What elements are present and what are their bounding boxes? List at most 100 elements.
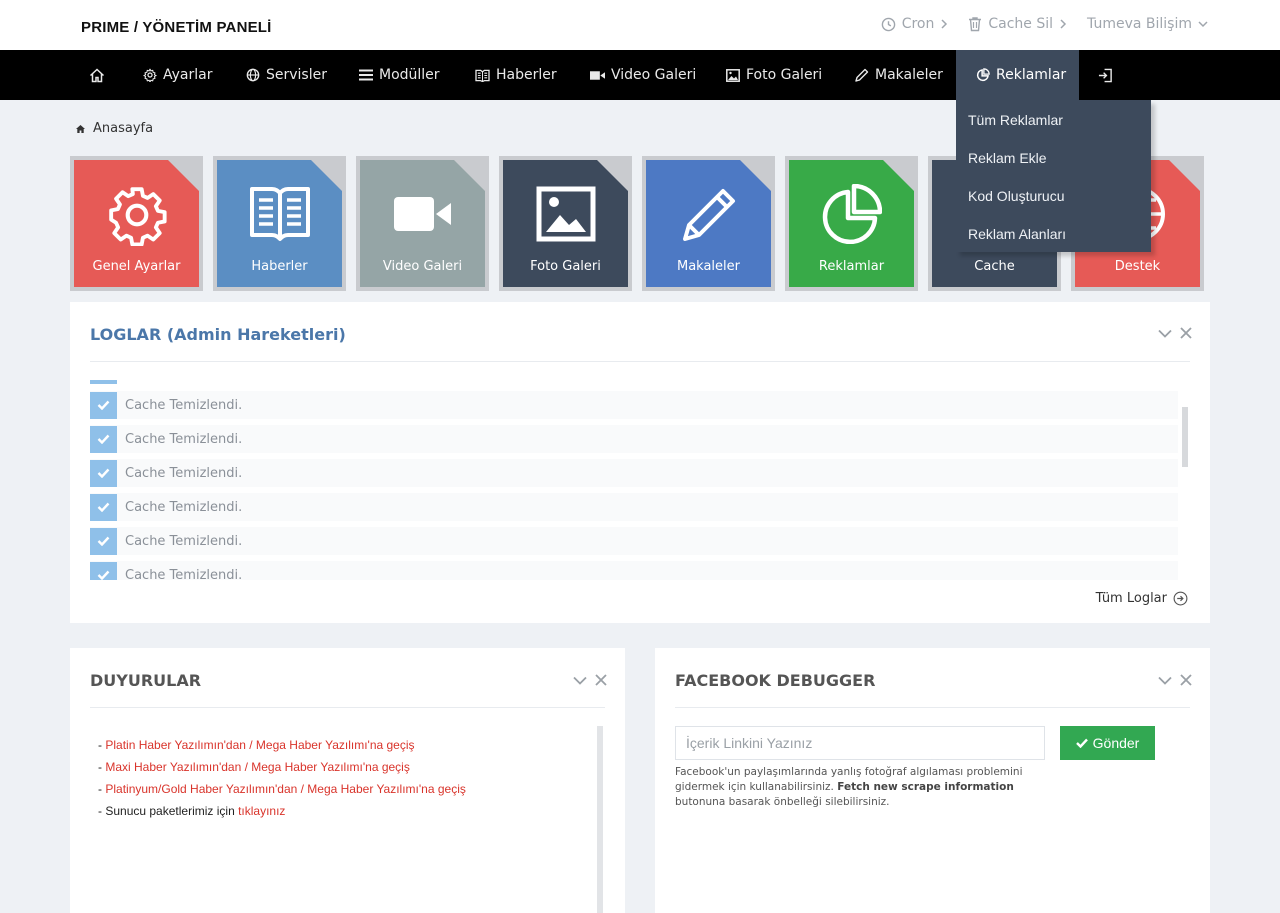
log-row: Cache Temizlendi. [90,391,1178,419]
nav-item-ayarlar[interactable]: Ayarlar [143,50,212,100]
user-menu[interactable]: Tumeva Bilişim [1087,16,1208,32]
close-icon[interactable] [1180,674,1192,686]
tile-video-galeri[interactable]: Video Galeri [356,156,489,291]
announcement-item[interactable]: - Platin Haber Yazılımın'dan / Mega Habe… [98,738,415,752]
submit-button[interactable]: Gönder [1060,726,1155,760]
check-icon [1075,738,1088,748]
dropdown-item-reklam-alanlari[interactable]: Reklam Alanları [968,226,1066,242]
facebook-title: FACEBOOK DEBUGGER [675,671,876,690]
image-icon [726,68,740,82]
tile-haberler[interactable]: Haberler [213,156,346,291]
close-icon[interactable] [1180,327,1192,339]
nav-label: Video Galeri [611,67,697,83]
check-icon [90,425,117,453]
check-icon [90,391,117,419]
panel-tools [1158,674,1192,686]
cron-link[interactable]: Cron [881,16,949,32]
announcements-title: DUYURULAR [90,671,202,690]
announcement-item: - Sunucu paketlerimiz için tıklayınız [98,804,285,818]
main-nav: Ayarlar Servisler Modüller Haberler Vide… [0,50,1280,100]
all-logs-label: Tüm Loglar [1095,591,1167,606]
divider [675,707,1190,708]
globe-icon [246,68,260,82]
nav-item-servisler[interactable]: Servisler [246,50,327,100]
logout-icon [1098,68,1112,82]
tile-foto-galeri[interactable]: Foto Galeri [499,156,632,291]
announcements-scrollbar[interactable] [597,726,603,913]
announcement-item[interactable]: - Maxi Haber Yazılımın'dan / Mega Haber … [98,760,410,774]
nav-item-makaleler[interactable]: Makaleler [855,50,943,100]
nav-home[interactable] [89,50,111,100]
log-text: Cache Temizlendi. [125,431,243,447]
brand-title: PRIME / YÖNETİM PANELİ [81,19,272,36]
log-row-clipped: Cache Temizlendi. [90,561,1178,580]
dropdown-item-tum-reklamlar[interactable]: Tüm Reklamlar [968,112,1063,128]
cache-delete-link[interactable]: Cache Sil [968,16,1067,32]
log-scrollbar[interactable] [1182,407,1188,467]
collapse-icon[interactable] [573,676,587,685]
help-text-part: butonuna basarak önbelleği silebilirsini… [675,796,890,808]
close-icon[interactable] [595,674,607,686]
tile-body: Makaleler [646,160,771,287]
log-row: Cache Temizlendi. [90,459,1178,487]
tile-genel-ayarlar[interactable]: Genel Ayarlar [70,156,203,291]
dropdown-item-kod-olusturucu[interactable]: Kod Oluşturucu [968,188,1065,204]
nav-label: Makaleler [875,67,943,83]
video-icon [590,70,605,80]
facebook-debugger-panel: FACEBOOK DEBUGGER Gönder Facebook'un pay… [655,648,1210,913]
log-text: Cache Temizlendi. [125,567,243,581]
dropdown-item-reklam-ekle[interactable]: Reklam Ekle [968,150,1047,166]
nav-item-reklamlar[interactable]: Reklamlar [956,50,1079,100]
facebook-help-text: Facebook'un paylaşımlarında yanlış fotoğ… [675,765,1035,810]
breadcrumb-home[interactable]: Anasayfa [93,121,153,136]
nav-item-video-galeri[interactable]: Video Galeri [590,50,696,100]
tile-label: Haberler [251,259,308,274]
all-logs-link[interactable]: Tüm Loglar [1096,591,1188,606]
trash-icon [969,17,982,32]
link-input[interactable] [675,726,1045,760]
announcement-item[interactable]: - Platinyum/Gold Haber Yazılımın'dan / M… [98,782,466,796]
log-text: Cache Temizlendi. [125,499,243,515]
announcement-link[interactable]: Maxi Haber Yazılımın'dan / Mega Haber Ya… [105,760,410,774]
tile-makaleler[interactable]: Makaleler [642,156,775,291]
nav-label: Haberler [496,67,557,83]
collapse-icon[interactable] [1158,676,1172,685]
logout-button[interactable] [1098,50,1119,100]
submit-label: Gönder [1092,735,1140,751]
tile-body: Genel Ayarlar [74,160,199,287]
log-row: Cache Temizlendi. [90,527,1178,555]
collapse-icon[interactable] [1158,329,1172,338]
list-icon [359,69,373,81]
reklamlar-dropdown: Tüm Reklamlar Reklam Ekle Kod Oluşturucu… [956,100,1151,252]
announcement-link[interactable]: tıklayınız [238,804,285,818]
home-icon [76,124,85,133]
log-text: Cache Temizlendi. [125,397,243,413]
announcement-link[interactable]: Platin Haber Yazılımın'dan / Mega Haber … [105,738,414,752]
log-row: Cache Temizlendi. [90,561,1178,580]
breadcrumb: Anasayfa [76,121,153,136]
announcement-link[interactable]: Platinyum/Gold Haber Yazılımın'dan / Meg… [105,782,466,796]
nav-item-haberler[interactable]: Haberler [475,50,557,100]
tile-label: Makaleler [676,259,740,274]
tile-reklamlar[interactable]: Reklamlar [785,156,918,291]
chevron-right-icon [1060,19,1067,29]
tile-label: Genel Ayarlar [92,259,181,274]
video-icon [360,184,485,244]
image-icon [503,184,628,244]
tile-body: Foto Galeri [503,160,628,287]
nav-label: Foto Galeri [746,67,823,83]
check-icon [90,561,117,580]
tile-body: Reklamlar [789,160,914,287]
pencil-icon [646,184,771,244]
book-icon [217,184,342,244]
log-row: Cache Temizlendi. [90,425,1178,453]
tile-label: Cache [974,259,1015,274]
nav-item-foto-galeri[interactable]: Foto Galeri [726,50,822,100]
nav-label: Reklamlar [996,67,1067,83]
check-icon [90,493,117,521]
nav-item-moduller[interactable]: Modüller [359,50,440,100]
tile-label: Destek [1114,259,1161,274]
book-icon [475,69,490,82]
tile-label: Video Galeri [382,259,463,274]
logs-panel: LOGLAR (Admin Hareketleri) Cache Temizle… [70,302,1210,623]
